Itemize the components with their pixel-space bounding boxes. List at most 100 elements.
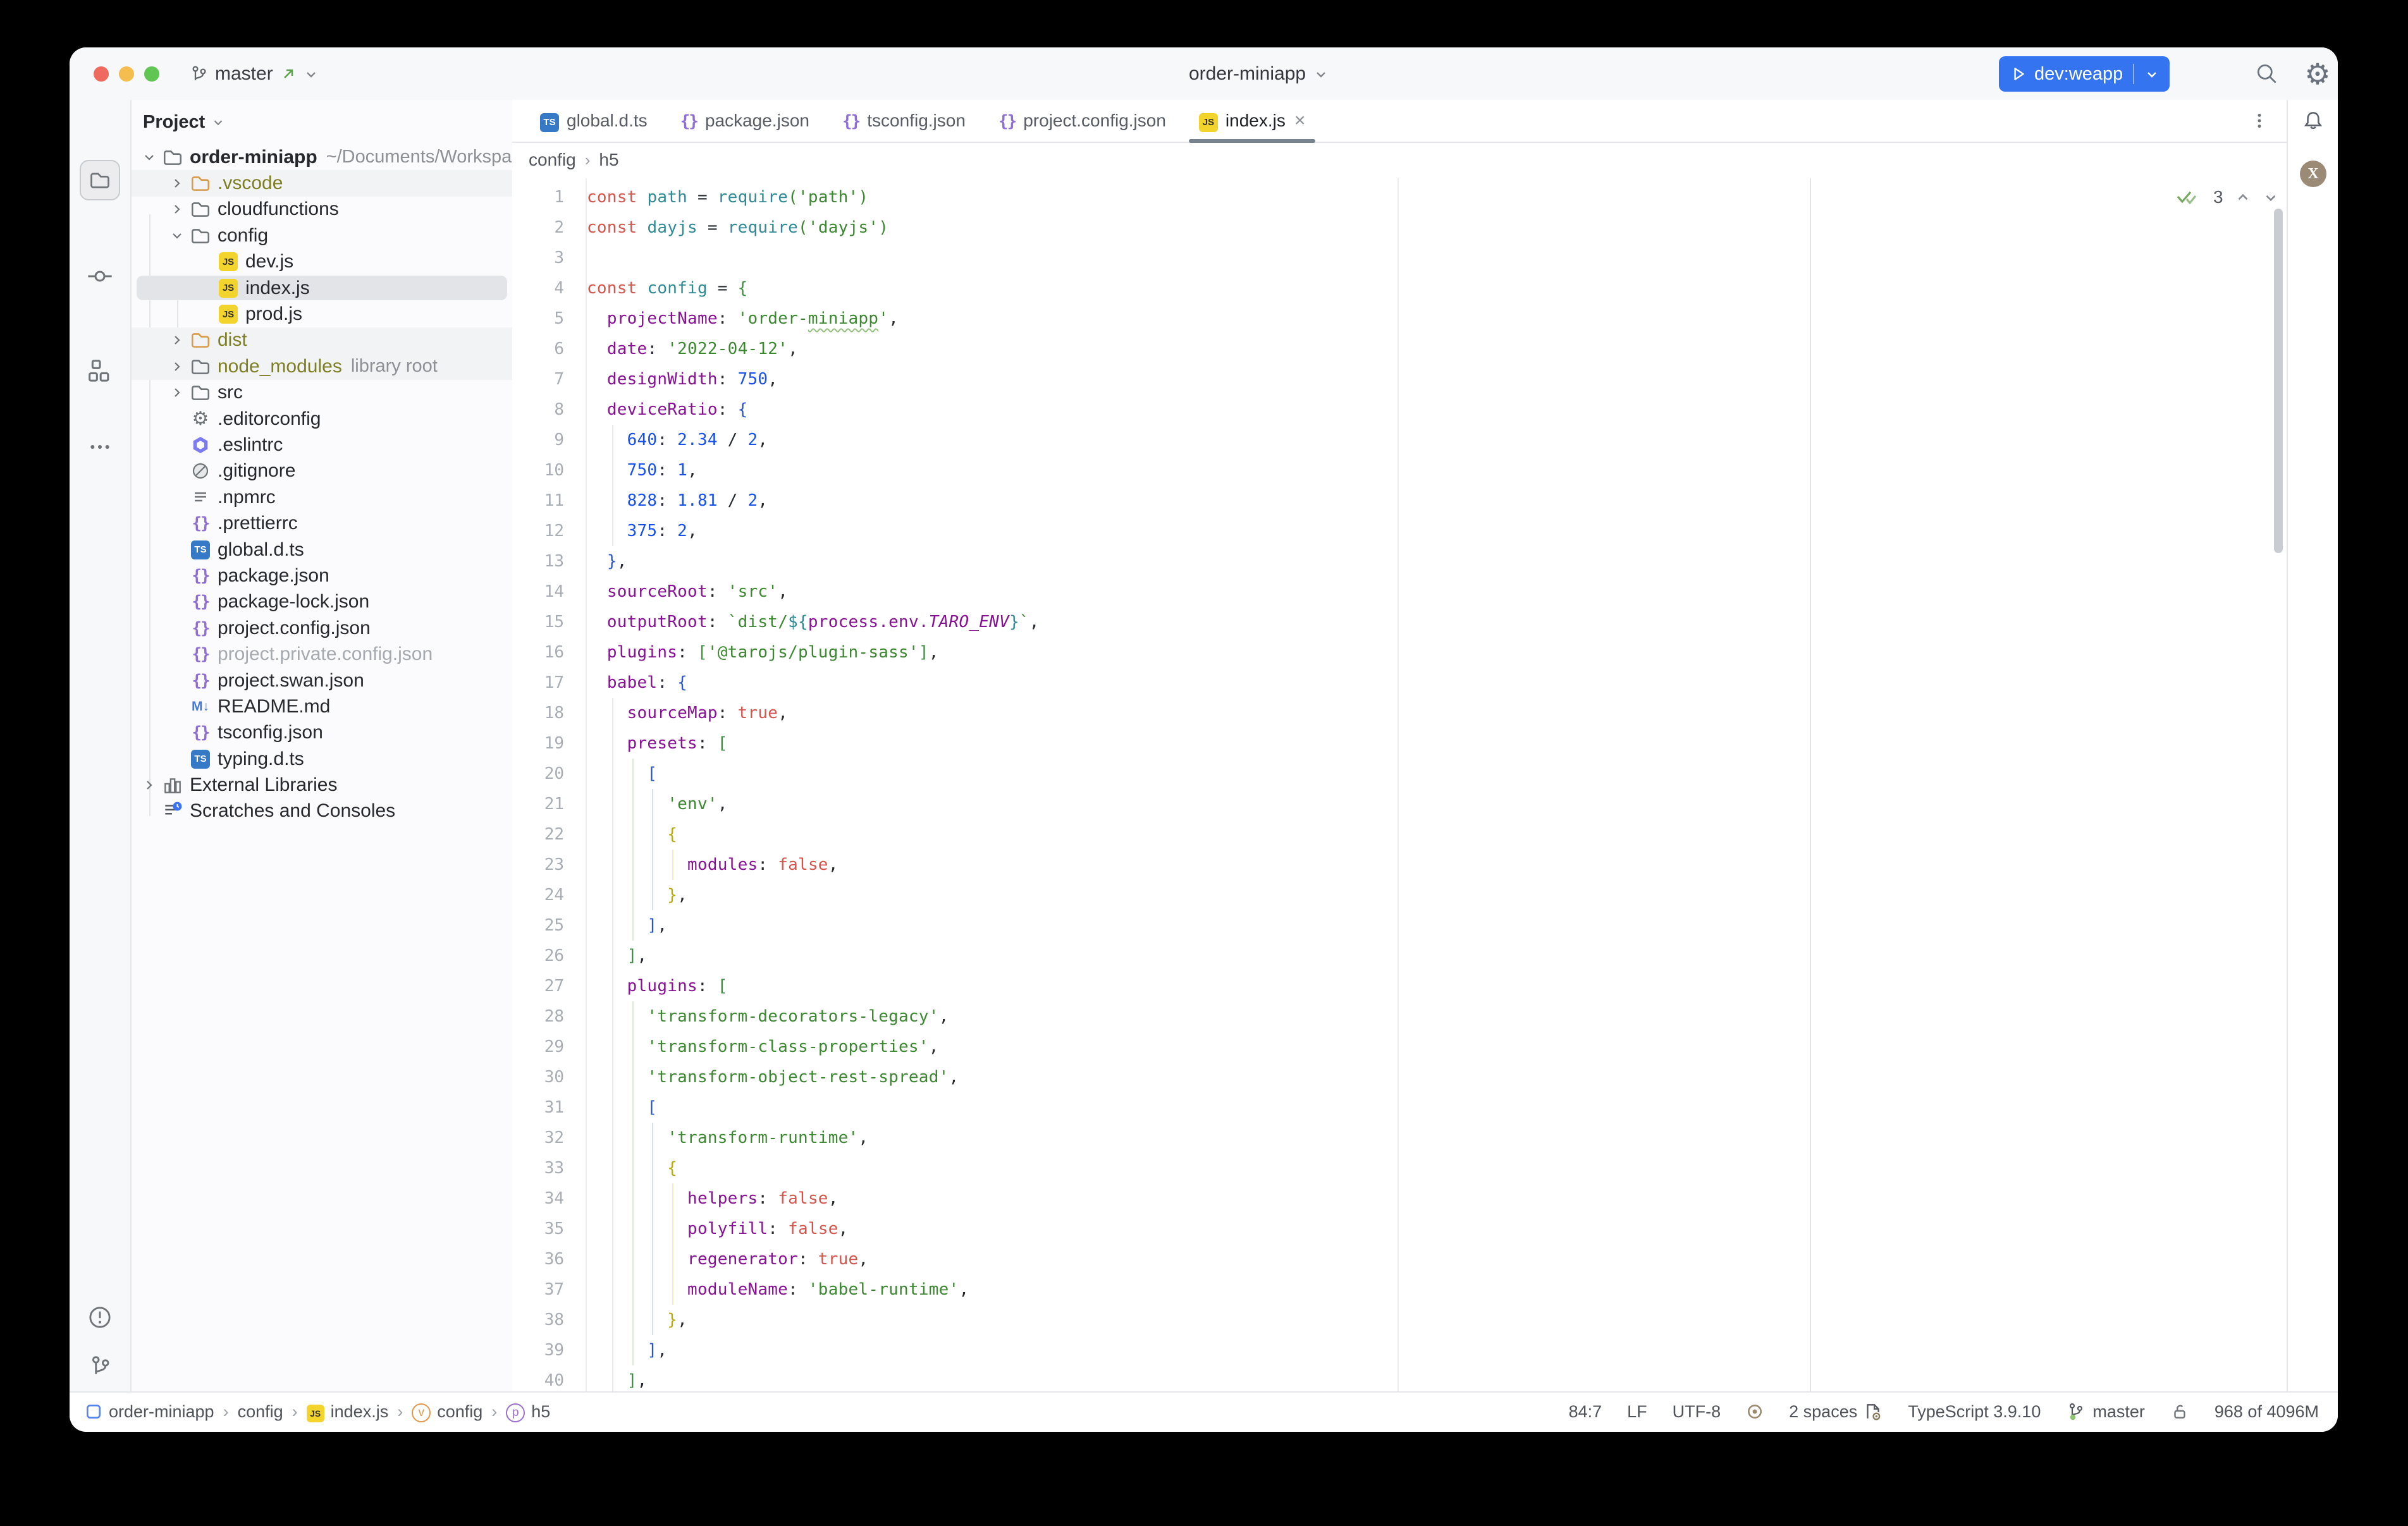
tab-project-config-json[interactable]: {}project.config.json <box>982 100 1182 142</box>
status-crumb-file[interactable]: JSindex.js <box>307 1401 389 1422</box>
tree-item-cloudfunctions[interactable]: cloudfunctions <box>132 197 512 223</box>
tree-item-dev-js[interactable]: JSdev.js <box>132 249 512 275</box>
project-panel-header[interactable]: Project <box>132 100 225 144</box>
code-editor[interactable]: const path = require('path')const dayjs … <box>587 182 2278 1396</box>
line-number[interactable]: 2 <box>512 212 586 243</box>
zoom-window-button[interactable] <box>144 66 159 82</box>
caret-position[interactable]: 84:7 <box>1569 1402 1602 1422</box>
line-number[interactable]: 35 <box>512 1214 586 1244</box>
line-number[interactable]: 7 <box>512 364 586 394</box>
tree-item-package-lock-json[interactable]: {}package-lock.json <box>132 589 512 615</box>
line-number[interactable]: 3 <box>512 243 586 273</box>
chevron-right-icon[interactable] <box>166 355 188 378</box>
chevron-right-icon[interactable] <box>138 774 161 797</box>
tree-item-readme-md[interactable]: M↓README.md <box>132 693 512 719</box>
tree-item-dist[interactable]: dist <box>132 327 512 353</box>
line-number[interactable]: 21 <box>512 789 586 819</box>
tab-global-d-ts[interactable]: TSglobal.d.ts <box>524 100 664 142</box>
line-number[interactable]: 9 <box>512 425 586 455</box>
chevron-down-icon[interactable] <box>166 224 188 247</box>
line-number[interactable]: 16 <box>512 637 586 668</box>
tree-item-global-d-ts[interactable]: TSglobal.d.ts <box>132 537 512 563</box>
line-number[interactable]: 33 <box>512 1153 586 1183</box>
line-number[interactable]: 12 <box>512 516 586 546</box>
tree-item-external-libraries[interactable]: External Libraries <box>132 772 512 798</box>
status-crumb-property[interactable]: ph5 <box>506 1401 550 1422</box>
line-number[interactable]: 32 <box>512 1123 586 1153</box>
line-number[interactable]: 1 <box>512 182 586 212</box>
problems-tool-button[interactable] <box>70 1304 130 1331</box>
line-number[interactable]: 8 <box>512 394 586 425</box>
tree-item-npmrc[interactable]: .npmrc <box>132 484 512 510</box>
line-number[interactable]: 34 <box>512 1183 586 1214</box>
tree-item-gitignore[interactable]: .gitignore <box>132 458 512 484</box>
line-number[interactable]: 23 <box>512 850 586 880</box>
chevron-right-icon[interactable] <box>166 172 188 195</box>
line-number[interactable]: 17 <box>512 668 586 698</box>
line-number[interactable]: 13 <box>512 546 586 577</box>
tree-item-typing-d-ts[interactable]: TStyping.d.ts <box>132 746 512 772</box>
commit-tool-button[interactable] <box>70 263 130 290</box>
line-number[interactable]: 24 <box>512 880 586 910</box>
line-number[interactable]: 27 <box>512 971 586 1001</box>
status-crumb-folder[interactable]: config <box>238 1402 283 1422</box>
project-tool-button[interactable] <box>70 160 130 200</box>
line-number[interactable]: 14 <box>512 577 586 607</box>
line-number[interactable]: 6 <box>512 334 586 364</box>
line-number[interactable]: 30 <box>512 1062 586 1092</box>
highlighting-level[interactable] <box>1746 1403 1764 1420</box>
structure-tool-button[interactable] <box>70 358 130 384</box>
chevron-down-icon[interactable] <box>138 146 161 169</box>
plugin-badge-icon[interactable]: X <box>2300 161 2326 187</box>
more-tool-windows-button[interactable] <box>70 434 130 460</box>
breadcrumb-config[interactable]: config <box>529 150 576 170</box>
git-branch-status[interactable]: master <box>2066 1401 2145 1422</box>
tree-item-project-config-json[interactable]: {}project.config.json <box>132 615 512 641</box>
tree-item-project-swan-json[interactable]: {}project.swan.json <box>132 668 512 693</box>
memory-indicator[interactable]: 968 of 4096M <box>2214 1402 2319 1422</box>
search-everywhere-button[interactable] <box>2245 47 2289 100</box>
tree-item-project-private-config-json[interactable]: {}project.private.config.json <box>132 641 512 667</box>
tab-tsconfig-json[interactable]: {}tsconfig.json <box>826 100 982 142</box>
line-number[interactable]: 25 <box>512 910 586 941</box>
close-icon[interactable]: × <box>1294 110 1306 131</box>
file-encoding[interactable]: UTF-8 <box>1673 1402 1721 1422</box>
line-number[interactable]: 15 <box>512 607 586 637</box>
chevron-up-icon[interactable] <box>2235 189 2251 205</box>
status-crumb-variable[interactable]: vconfig <box>412 1401 482 1422</box>
line-number[interactable]: 22 <box>512 819 586 850</box>
line-number[interactable]: 26 <box>512 941 586 971</box>
line-number[interactable]: 39 <box>512 1335 586 1365</box>
editor-scrollbar[interactable] <box>2274 209 2283 553</box>
line-number[interactable]: 36 <box>512 1244 586 1274</box>
tree-item-node-modules[interactable]: node_moduleslibrary root <box>132 353 512 379</box>
notifications-button[interactable] <box>2288 109 2338 133</box>
line-number[interactable]: 18 <box>512 698 586 728</box>
chevron-right-icon[interactable] <box>166 381 188 404</box>
line-number[interactable]: 11 <box>512 485 586 516</box>
line-number[interactable]: 29 <box>512 1032 586 1062</box>
tree-item-index-js[interactable]: JSindex.js <box>132 275 512 301</box>
version-control-tool-button[interactable] <box>70 1353 130 1379</box>
line-number[interactable]: 4 <box>512 273 586 303</box>
inspections-widget[interactable]: 3 <box>2174 182 2279 212</box>
run-configuration-button[interactable]: dev:weapp <box>1999 56 2170 92</box>
settings-button[interactable]: ⚙︎ <box>2295 47 2338 100</box>
tree-item-vscode[interactable]: .vscode <box>132 170 512 196</box>
line-number[interactable]: 20 <box>512 759 586 789</box>
tree-item-scratches-and-consoles[interactable]: Scratches and Consoles <box>132 798 512 824</box>
tree-item-src[interactable]: src <box>132 380 512 406</box>
tab-package-json[interactable]: {}package.json <box>664 100 826 142</box>
editor-options-button[interactable] <box>2242 100 2277 142</box>
minimize-window-button[interactable] <box>119 66 134 82</box>
breadcrumb-h5[interactable]: h5 <box>599 150 618 170</box>
line-number[interactable]: 38 <box>512 1305 586 1335</box>
line-number[interactable]: 31 <box>512 1092 586 1123</box>
tree-item-editorconfig[interactable]: ⚙︎.editorconfig <box>132 406 512 432</box>
tree-item-package-json[interactable]: {}package.json <box>132 563 512 589</box>
chevron-down-icon[interactable] <box>2144 66 2159 82</box>
status-crumb-project[interactable]: order-miniapp <box>85 1402 214 1422</box>
file-lock[interactable] <box>2170 1402 2189 1421</box>
tree-item-eslintrc[interactable]: .eslintrc <box>132 432 512 458</box>
indent-style[interactable]: 2 spaces <box>1789 1402 1883 1422</box>
